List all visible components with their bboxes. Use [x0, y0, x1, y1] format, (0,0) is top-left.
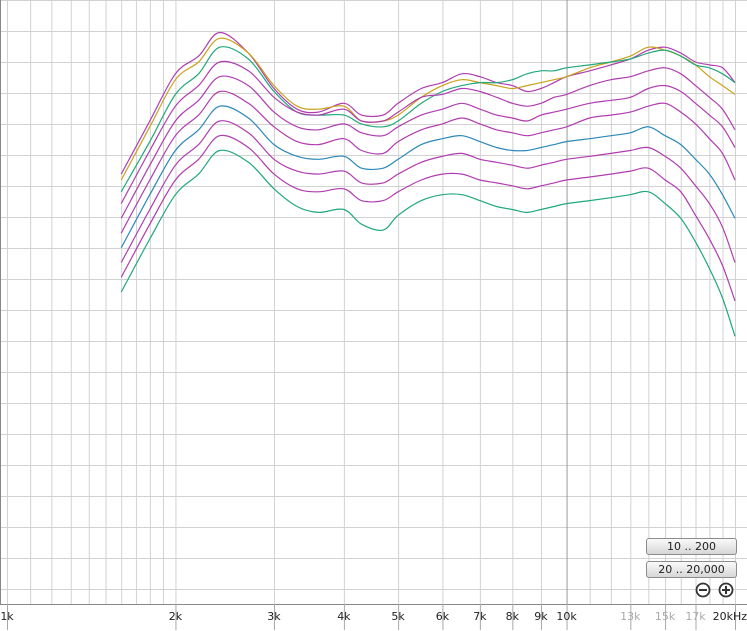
- x-tick-label: 1k: [0, 610, 14, 623]
- series-line-2: [120, 37, 736, 181]
- series-line-4: [120, 60, 736, 204]
- x-tick-label: 2k: [169, 610, 183, 623]
- x-tick-label: 8k: [506, 610, 520, 623]
- series-line-1: [120, 31, 736, 175]
- chart-grid: [0, 0, 747, 605]
- x-tick-label: 7k: [473, 610, 487, 623]
- x-tick-label: 5k: [391, 610, 405, 623]
- zoom-out-icon[interactable]: [695, 582, 711, 598]
- x-tick-label: 4k: [337, 610, 351, 623]
- x-tick-label: 15k: [655, 610, 676, 623]
- x-tick-label: 20kHz: [713, 610, 747, 623]
- frequency-response-chart[interactable]: 1k 2k 3k 4k 5k 6k 7k 8k 9k 10k 13k 15k 17k 20kHz: [0, 0, 747, 631]
- range-10-200-button[interactable]: 10 .. 200: [646, 538, 737, 555]
- x-tick-label: 13k: [620, 610, 641, 623]
- x-tick-label: 9k: [534, 610, 548, 623]
- chart-curves: [120, 31, 736, 337]
- series-line-3: [120, 46, 736, 193]
- x-axis: 1k 2k 3k 4k 5k 6k 7k 8k 9k 10k 13k 15k 17k 20kHz: [0, 604, 747, 630]
- x-tick-label: 17k: [685, 610, 706, 623]
- range-20-20000-button[interactable]: 20 .. 20,000: [646, 561, 737, 578]
- frequency-response-window: 1k 2k 3k 4k 5k 6k 7k 8k 9k 10k 13k 15k 17k 20kHz 10 .…: [0, 0, 747, 631]
- zoom-in-icon[interactable]: [718, 582, 734, 598]
- x-tick-label: 10k: [556, 610, 577, 623]
- x-tick-label: 6k: [436, 610, 450, 623]
- x-tick-label: 3k: [267, 610, 281, 623]
